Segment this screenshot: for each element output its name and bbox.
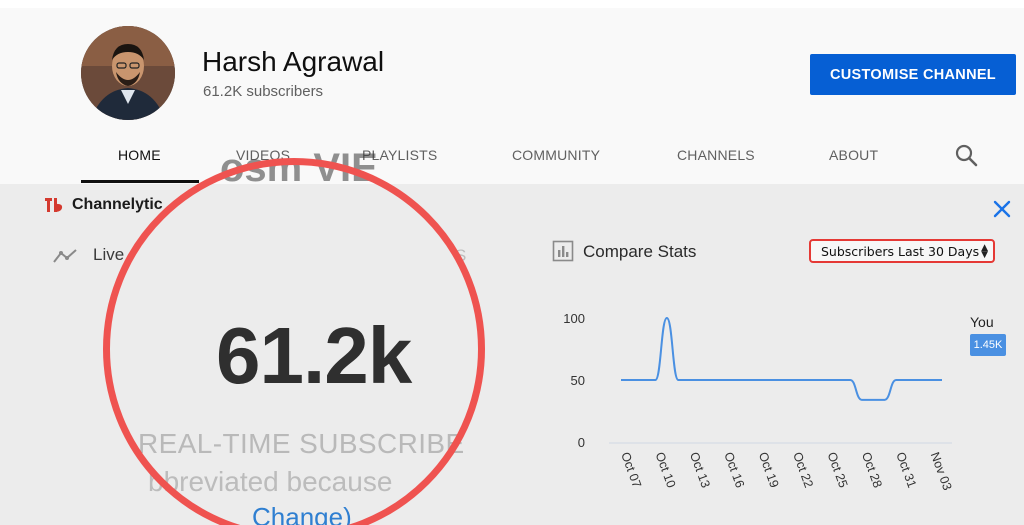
legend-label: You [970, 314, 994, 330]
x-tick-label: Oct 28 [859, 450, 885, 489]
tubebuddy-logo-icon [45, 198, 63, 212]
y-tick-label: 0 [578, 435, 585, 450]
subscriber-chart: 0 50 100 Oct 07 Oct 10 Oct 13 Oct 16 Oct 19 Oct … [563, 311, 955, 492]
search-icon[interactable] [953, 142, 979, 168]
channel-avatar[interactable] [81, 26, 175, 120]
tab-community[interactable]: COMMUNITY [512, 147, 600, 163]
x-tick-label: Oct 22 [790, 450, 816, 489]
trend-line-icon [52, 247, 80, 265]
stats-period-select-value: Subscribers Last 30 Days [821, 244, 980, 259]
channel-name: Harsh Agrawal [202, 46, 385, 77]
extension-name: Channelytic [72, 196, 163, 213]
x-tick-label: Oct 25 [825, 450, 851, 489]
x-tick-label: Oct 31 [893, 450, 919, 489]
series-line-you [621, 316, 942, 401]
tab-about[interactable]: ABOUT [829, 147, 878, 163]
active-tab-indicator [81, 180, 199, 183]
close-icon[interactable] [990, 197, 1014, 221]
subscriber-count: 61.2K subscribers [203, 83, 324, 100]
compare-stats-label: Compare Stats [583, 242, 697, 261]
bar-chart-icon [552, 240, 574, 262]
x-tick-label: Oct 16 [721, 450, 747, 489]
live-label: Live [93, 245, 125, 264]
x-tick-label: Nov 03 [928, 450, 955, 492]
y-tick-label: 100 [563, 311, 585, 326]
x-tick-label: Oct 13 [687, 450, 713, 489]
x-tick-label: Oct 07 [618, 450, 644, 489]
stats-period-select[interactable]: Subscribers Last 30 Days ▲ ▼ [809, 239, 995, 263]
page: Harsh Agrawal 61.2K subscribers CUSTOMIS… [0, 0, 1024, 525]
x-tick-label: Oct 10 [653, 450, 679, 489]
y-tick-label: 50 [571, 373, 585, 388]
x-tick-label: Oct 19 [756, 450, 782, 489]
tab-home[interactable]: HOME [118, 147, 161, 163]
tab-channels[interactable]: CHANNELS [677, 147, 755, 163]
legend-badge: 1.45K [970, 334, 1006, 356]
select-arrows-icon: ▲ ▼ [981, 243, 988, 260]
highlight-circle [103, 158, 485, 525]
customise-channel-button[interactable]: CUSTOMISE CHANNEL [810, 54, 1016, 95]
